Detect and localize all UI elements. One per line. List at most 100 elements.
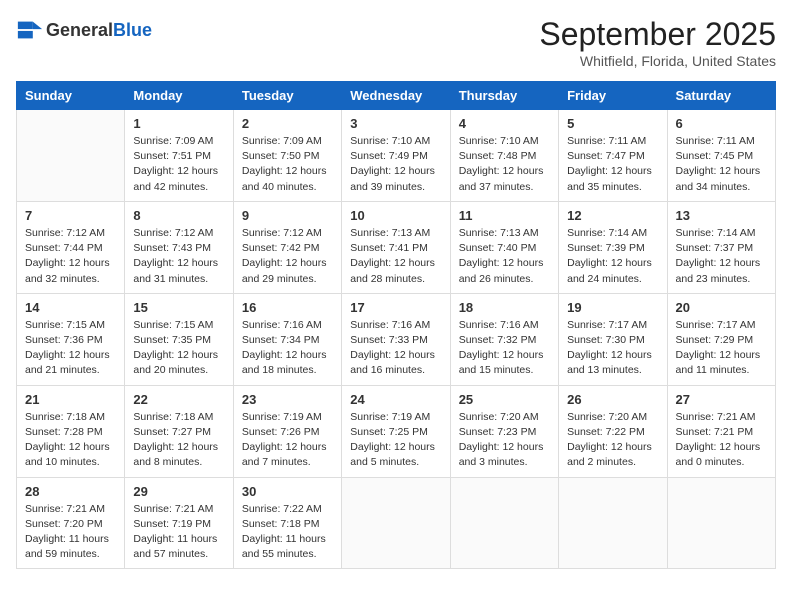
calendar-header-cell: Sunday [17, 82, 125, 110]
logo: GeneralBlue [16, 16, 152, 44]
day-info: Sunrise: 7:20 AMSunset: 7:23 PMDaylight:… [459, 410, 550, 471]
day-number: 19 [567, 300, 658, 315]
day-number: 14 [25, 300, 116, 315]
day-number: 5 [567, 116, 658, 131]
calendar-day-cell: 1 Sunrise: 7:09 AMSunset: 7:51 PMDaylight… [125, 110, 233, 202]
day-number: 4 [459, 116, 550, 131]
day-info: Sunrise: 7:19 AMSunset: 7:25 PMDaylight:… [350, 410, 441, 471]
day-number: 23 [242, 392, 333, 407]
calendar-header-row: SundayMondayTuesdayWednesdayThursdayFrid… [17, 82, 776, 110]
day-info: Sunrise: 7:17 AMSunset: 7:30 PMDaylight:… [567, 318, 658, 379]
calendar-day-cell: 27Sunrise: 7:21 AMSunset: 7:21 PMDayligh… [667, 385, 775, 477]
calendar-day-cell: 22 Sunrise: 7:18 AMSunset: 7:27 PMDayligh… [125, 385, 233, 477]
day-info: Sunrise: 7:17 AMSunset: 7:29 PMDaylight:… [676, 318, 767, 379]
location-text: Whitfield, Florida, United States [539, 53, 776, 69]
calendar-day-cell: 20 Sunrise: 7:17 AMSunset: 7:29 PMDayligh… [667, 293, 775, 385]
calendar-day-cell: 24 Sunrise: 7:19 AMSunset: 7:25 PMDayligh… [342, 385, 450, 477]
calendar-header-cell: Wednesday [342, 82, 450, 110]
calendar-day-cell: 8Sunrise: 7:12 AMSunset: 7:43 PMDaylight… [125, 201, 233, 293]
calendar-day-cell [667, 477, 775, 569]
day-info: Sunrise: 7:21 AMSunset: 7:20 PMDaylight:… [25, 502, 116, 563]
day-number: 6 [676, 116, 767, 131]
calendar-day-cell: 18 Sunrise: 7:16 AMSunset: 7:32 PMDayligh… [450, 293, 558, 385]
calendar-day-cell: 10Sunrise: 7:13 AMSunset: 7:41 PMDayligh… [342, 201, 450, 293]
logo-general-text: General [46, 20, 113, 40]
calendar-day-cell: 9Sunrise: 7:12 AMSunset: 7:42 PMDaylight… [233, 201, 341, 293]
day-number: 18 [459, 300, 550, 315]
day-info: Sunrise: 7:10 AMSunset: 7:48 PMDaylight:… [459, 134, 550, 195]
calendar-day-cell: 26Sunrise: 7:20 AMSunset: 7:22 PMDayligh… [559, 385, 667, 477]
day-number: 30 [242, 484, 333, 499]
day-info: Sunrise: 7:20 AMSunset: 7:22 PMDaylight:… [567, 410, 658, 471]
day-info: Sunrise: 7:11 AMSunset: 7:45 PMDaylight:… [676, 134, 767, 195]
calendar-day-cell: 13 Sunrise: 7:14 AMSunset: 7:37 PMDayligh… [667, 201, 775, 293]
calendar-week-row: 28 Sunrise: 7:21 AMSunset: 7:20 PMDayligh… [17, 477, 776, 569]
calendar-week-row: 1 Sunrise: 7:09 AMSunset: 7:51 PMDaylight… [17, 110, 776, 202]
day-info: Sunrise: 7:18 AMSunset: 7:28 PMDaylight:… [25, 410, 116, 471]
day-number: 28 [25, 484, 116, 499]
day-info: Sunrise: 7:11 AMSunset: 7:47 PMDaylight:… [567, 134, 658, 195]
logo-blue-text: Blue [113, 20, 152, 40]
day-info: Sunrise: 7:12 AMSunset: 7:42 PMDaylight:… [242, 226, 333, 287]
month-title: September 2025 [539, 16, 776, 53]
day-number: 13 [676, 208, 767, 223]
day-number: 7 [25, 208, 116, 223]
calendar-header-cell: Saturday [667, 82, 775, 110]
page-header: GeneralBlue September 2025 Whitfield, Fl… [16, 16, 776, 69]
day-info: Sunrise: 7:16 AMSunset: 7:32 PMDaylight:… [459, 318, 550, 379]
calendar-day-cell [450, 477, 558, 569]
day-number: 17 [350, 300, 441, 315]
calendar-day-cell: 21 Sunrise: 7:18 AMSunset: 7:28 PMDayligh… [17, 385, 125, 477]
day-number: 11 [459, 208, 550, 223]
calendar-week-row: 21 Sunrise: 7:18 AMSunset: 7:28 PMDayligh… [17, 385, 776, 477]
logo-icon [16, 16, 44, 44]
calendar-day-cell: 25Sunrise: 7:20 AMSunset: 7:23 PMDayligh… [450, 385, 558, 477]
title-block: September 2025 Whitfield, Florida, Unite… [539, 16, 776, 69]
day-info: Sunrise: 7:18 AMSunset: 7:27 PMDaylight:… [133, 410, 224, 471]
calendar-body: 1 Sunrise: 7:09 AMSunset: 7:51 PMDaylight… [17, 110, 776, 569]
calendar-day-cell: 29 Sunrise: 7:21 AMSunset: 7:19 PMDayligh… [125, 477, 233, 569]
calendar-day-cell: 23 Sunrise: 7:19 AMSunset: 7:26 PMDayligh… [233, 385, 341, 477]
day-info: Sunrise: 7:15 AMSunset: 7:36 PMDaylight:… [25, 318, 116, 379]
calendar-day-cell [559, 477, 667, 569]
day-number: 20 [676, 300, 767, 315]
day-info: Sunrise: 7:12 AMSunset: 7:44 PMDaylight:… [25, 226, 116, 287]
calendar-day-cell: 30 Sunrise: 7:22 AMSunset: 7:18 PMDayligh… [233, 477, 341, 569]
day-number: 2 [242, 116, 333, 131]
day-info: Sunrise: 7:21 AMSunset: 7:19 PMDaylight:… [133, 502, 224, 563]
calendar-week-row: 14 Sunrise: 7:15 AMSunset: 7:36 PMDayligh… [17, 293, 776, 385]
day-number: 29 [133, 484, 224, 499]
day-info: Sunrise: 7:15 AMSunset: 7:35 PMDaylight:… [133, 318, 224, 379]
calendar-day-cell: 3Sunrise: 7:10 AMSunset: 7:49 PMDaylight… [342, 110, 450, 202]
day-number: 24 [350, 392, 441, 407]
day-info: Sunrise: 7:16 AMSunset: 7:33 PMDaylight:… [350, 318, 441, 379]
day-number: 1 [133, 116, 224, 131]
calendar-header-cell: Monday [125, 82, 233, 110]
day-number: 8 [133, 208, 224, 223]
day-info: Sunrise: 7:09 AMSunset: 7:51 PMDaylight:… [133, 134, 224, 195]
calendar-week-row: 7 Sunrise: 7:12 AMSunset: 7:44 PMDaylight… [17, 201, 776, 293]
day-info: Sunrise: 7:13 AMSunset: 7:41 PMDaylight:… [350, 226, 441, 287]
day-info: Sunrise: 7:19 AMSunset: 7:26 PMDaylight:… [242, 410, 333, 471]
day-number: 12 [567, 208, 658, 223]
day-info: Sunrise: 7:09 AMSunset: 7:50 PMDaylight:… [242, 134, 333, 195]
calendar-day-cell: 19 Sunrise: 7:17 AMSunset: 7:30 PMDayligh… [559, 293, 667, 385]
calendar-day-cell: 17 Sunrise: 7:16 AMSunset: 7:33 PMDayligh… [342, 293, 450, 385]
calendar-day-cell: 5 Sunrise: 7:11 AMSunset: 7:47 PMDaylight… [559, 110, 667, 202]
day-number: 21 [25, 392, 116, 407]
calendar-header-cell: Tuesday [233, 82, 341, 110]
calendar-day-cell: 2 Sunrise: 7:09 AMSunset: 7:50 PMDaylight… [233, 110, 341, 202]
day-info: Sunrise: 7:22 AMSunset: 7:18 PMDaylight:… [242, 502, 333, 563]
day-info: Sunrise: 7:13 AMSunset: 7:40 PMDaylight:… [459, 226, 550, 287]
day-number: 27 [676, 392, 767, 407]
calendar-header-cell: Friday [559, 82, 667, 110]
calendar-day-cell: 14 Sunrise: 7:15 AMSunset: 7:36 PMDayligh… [17, 293, 125, 385]
calendar-day-cell: 6 Sunrise: 7:11 AMSunset: 7:45 PMDaylight… [667, 110, 775, 202]
day-info: Sunrise: 7:16 AMSunset: 7:34 PMDaylight:… [242, 318, 333, 379]
day-info: Sunrise: 7:14 AMSunset: 7:37 PMDaylight:… [676, 226, 767, 287]
day-number: 16 [242, 300, 333, 315]
calendar-header-cell: Thursday [450, 82, 558, 110]
day-number: 15 [133, 300, 224, 315]
day-number: 22 [133, 392, 224, 407]
calendar-day-cell: 4 Sunrise: 7:10 AMSunset: 7:48 PMDaylight… [450, 110, 558, 202]
